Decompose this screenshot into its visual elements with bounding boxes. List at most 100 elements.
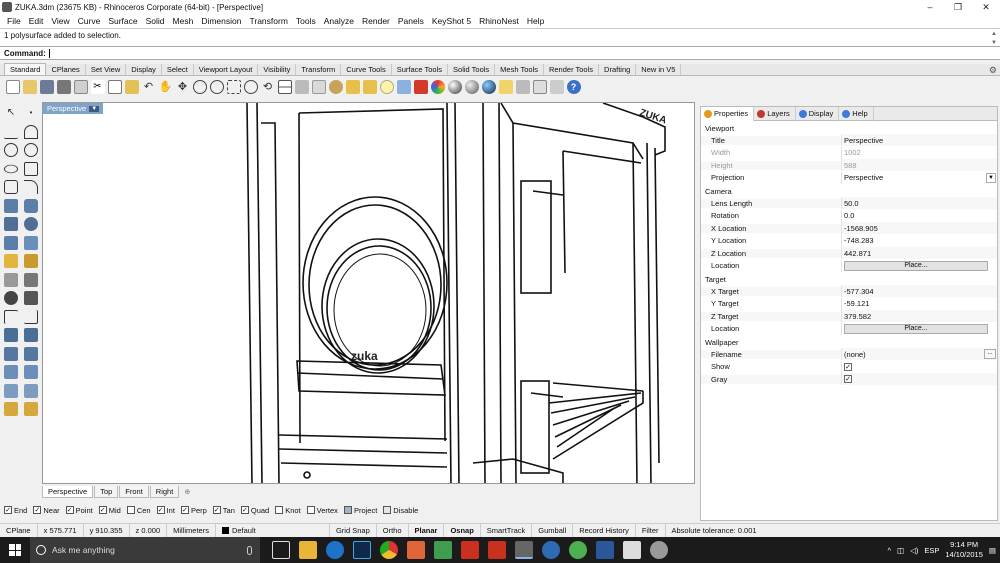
- osnap-int[interactable]: ✓ Int: [156, 506, 175, 515]
- ellipse-icon[interactable]: [4, 164, 18, 173]
- text-icon[interactable]: [24, 272, 38, 287]
- menu-panels[interactable]: Panels: [394, 16, 428, 26]
- tab-display[interactable]: Display: [126, 64, 162, 75]
- tab-viewport-layout[interactable]: Viewport Layout: [194, 64, 259, 75]
- menu-solid[interactable]: Solid: [142, 16, 169, 26]
- projection-select[interactable]: Perspective ▼: [841, 171, 997, 184]
- smarttrack-toggle[interactable]: SmartTrack: [481, 523, 533, 538]
- osnap-point[interactable]: ✓ Point: [65, 506, 93, 515]
- gumball-toggle[interactable]: Gumball: [532, 523, 574, 538]
- x-target-field[interactable]: -577.304: [841, 285, 997, 298]
- arc-icon[interactable]: [24, 143, 38, 157]
- osnap-int-checkbox[interactable]: ✓: [156, 506, 165, 514]
- cplane-icon[interactable]: [294, 80, 309, 94]
- panel-tab-properties[interactable]: Properties: [701, 106, 755, 121]
- light-icon[interactable]: [4, 254, 18, 268]
- clock[interactable]: 9:14 PM 14/10/2015: [945, 540, 983, 560]
- menu-mesh[interactable]: Mesh: [169, 16, 198, 26]
- menu-analyze[interactable]: Analyze: [320, 16, 358, 26]
- record-history-toggle[interactable]: Record History: [573, 523, 636, 538]
- unlock-icon[interactable]: [362, 80, 377, 94]
- viewport-title-tab[interactable]: Perspective ▼: [43, 103, 104, 114]
- select-arrow-icon[interactable]: ↖: [4, 106, 18, 120]
- osnap-perp[interactable]: ✓ Perp: [180, 506, 207, 515]
- help-icon[interactable]: ?: [566, 80, 581, 94]
- settings-app-icon[interactable]: [542, 541, 560, 559]
- lens-length-field[interactable]: 50.0: [841, 197, 997, 210]
- environment-icon[interactable]: [464, 80, 479, 94]
- filename-field[interactable]: (none) ...: [841, 348, 997, 361]
- viewport-tab-right[interactable]: Right: [149, 486, 180, 498]
- surface-corner-icon[interactable]: [4, 198, 18, 213]
- osnap-near[interactable]: ✓ Near: [33, 506, 60, 515]
- x-location-field[interactable]: -1568.905: [841, 222, 997, 235]
- panel-tab-display[interactable]: Display: [796, 106, 840, 121]
- osnap-mid-checkbox[interactable]: ✓: [98, 506, 107, 514]
- options-icon[interactable]: [549, 80, 564, 94]
- polygon-icon[interactable]: [4, 180, 18, 194]
- units-indicator[interactable]: Millimeters: [167, 523, 216, 538]
- tab-set-view[interactable]: Set View: [86, 64, 127, 75]
- photoshop-icon[interactable]: [353, 541, 371, 559]
- join-icon[interactable]: [4, 328, 18, 342]
- osnap-point-checkbox[interactable]: ✓: [65, 506, 74, 514]
- viewport-tab-top[interactable]: Top: [94, 486, 119, 498]
- y-target-field[interactable]: -59.121: [841, 297, 997, 310]
- osnap-mid[interactable]: ✓ Mid: [98, 506, 121, 515]
- current-layer[interactable]: Default: [216, 523, 330, 538]
- tab-new-in-v5[interactable]: New in V5: [636, 64, 682, 75]
- cplane-indicator[interactable]: CPlane: [0, 523, 38, 538]
- osnap-knot[interactable]: Knot: [275, 506, 301, 515]
- media-player-icon[interactable]: [407, 541, 425, 559]
- notifications-icon[interactable]: ▤: [989, 546, 996, 555]
- menu-edit[interactable]: Edit: [25, 16, 48, 26]
- osnap-perp-checkbox[interactable]: ✓: [180, 506, 189, 514]
- grid-snap-toggle[interactable]: Grid Snap: [330, 523, 377, 538]
- zoom-window-icon[interactable]: [209, 80, 224, 94]
- save-icon[interactable]: [39, 80, 54, 94]
- solidworks-icon[interactable]: [461, 541, 479, 559]
- gray-wallpaper-checkbox[interactable]: ✓: [844, 375, 852, 384]
- excel-icon[interactable]: [434, 541, 452, 559]
- minimize-button[interactable]: –: [916, 0, 944, 14]
- osnap-vertex-checkbox[interactable]: [306, 506, 315, 514]
- toolbar-options-gear-icon[interactable]: ⚙: [989, 65, 997, 76]
- copy-icon[interactable]: [107, 80, 122, 94]
- spotlight-icon[interactable]: [24, 254, 38, 268]
- mesh-plane-icon[interactable]: [24, 235, 38, 250]
- tool-app-icon[interactable]: [650, 541, 668, 559]
- osnap-tan-checkbox[interactable]: ✓: [212, 506, 221, 514]
- prop-value-title[interactable]: Perspective: [841, 134, 997, 147]
- ortho-toggle[interactable]: Ortho: [377, 523, 409, 538]
- properties-icon[interactable]: [413, 80, 428, 94]
- messaging-icon[interactable]: [569, 541, 587, 559]
- rhino-taskbar-icon[interactable]: [515, 541, 533, 559]
- y-location-field[interactable]: -748.283: [841, 234, 997, 247]
- four-views-icon[interactable]: [277, 80, 292, 94]
- solidworks-2-icon[interactable]: [488, 541, 506, 559]
- tab-select[interactable]: Select: [162, 64, 194, 75]
- fillet-curves-icon[interactable]: [24, 180, 38, 194]
- boolean-union-icon[interactable]: [4, 291, 18, 305]
- ungroup-icon[interactable]: [24, 346, 38, 361]
- rotate-icon[interactable]: [24, 383, 38, 398]
- z-location-field[interactable]: 442.871: [841, 247, 997, 260]
- box-icon[interactable]: [4, 217, 18, 231]
- menu-file[interactable]: File: [3, 16, 25, 26]
- boolean-difference-icon[interactable]: [24, 291, 38, 305]
- paste-icon[interactable]: [124, 80, 139, 94]
- maximize-button[interactable]: ❐: [944, 0, 972, 14]
- panel-tab-layers[interactable]: Layers: [754, 106, 796, 121]
- tab-surface-tools[interactable]: Surface Tools: [392, 64, 449, 75]
- osnap-quad-checkbox[interactable]: ✓: [240, 506, 249, 514]
- analyze-icon[interactable]: [4, 402, 18, 416]
- rotate-view-icon[interactable]: ⟲: [261, 80, 275, 94]
- scale-icon[interactable]: [4, 383, 18, 398]
- mirror-icon[interactable]: [24, 365, 38, 379]
- array-icon[interactable]: [4, 365, 18, 379]
- print-icon[interactable]: [56, 80, 71, 94]
- tab-visibility[interactable]: Visibility: [258, 64, 297, 75]
- start-button[interactable]: [0, 537, 30, 563]
- tab-curve-tools[interactable]: Curve Tools: [341, 64, 392, 75]
- tab-drafting[interactable]: Drafting: [599, 64, 637, 75]
